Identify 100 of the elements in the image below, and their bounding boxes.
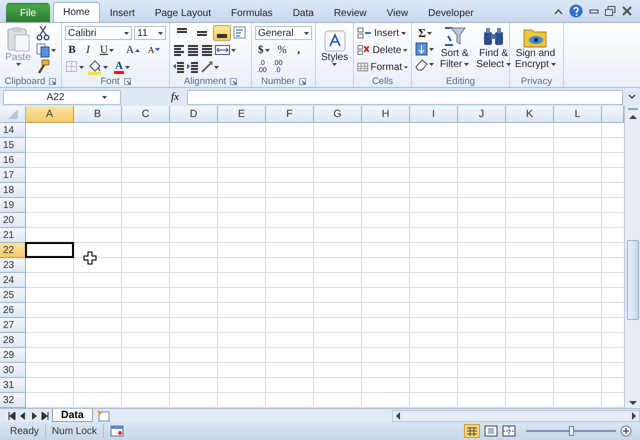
column-header[interactable]: A	[26, 106, 74, 123]
dialog-launcher-icon[interactable]	[124, 78, 130, 84]
delete-cells-icon[interactable]	[357, 43, 371, 57]
row-header[interactable]: 29	[0, 348, 26, 363]
minimize-icon[interactable]	[589, 7, 599, 15]
row-header[interactable]: 17	[0, 168, 26, 183]
styles-button[interactable]: Styles	[319, 29, 350, 87]
caret-icon[interactable]	[124, 66, 130, 68]
row-header[interactable]: 31	[0, 378, 26, 393]
column-header[interactable]: F	[266, 106, 314, 123]
borders-icon[interactable]	[65, 60, 85, 74]
dialog-launcher-icon[interactable]	[298, 78, 306, 84]
format-painter-icon[interactable]	[36, 59, 50, 75]
record-macro-icon[interactable]	[110, 425, 124, 437]
normal-view-icon[interactable]	[464, 424, 480, 438]
align-right-icon[interactable]	[201, 44, 213, 56]
column-header[interactable]: H	[362, 106, 410, 123]
horizontal-scrollbar[interactable]	[392, 410, 640, 422]
active-cell[interactable]	[25, 242, 74, 258]
grow-font-button[interactable]: A	[122, 42, 143, 58]
caret-icon[interactable]	[102, 96, 108, 98]
formula-input[interactable]	[186, 90, 623, 104]
ribbon-tab[interactable]: Data	[282, 3, 324, 22]
row-header[interactable]: 21	[0, 228, 26, 243]
vertical-align-button[interactable]	[213, 25, 231, 41]
font-color-button[interactable]: A	[111, 59, 133, 75]
insert-function-button[interactable]: fx	[125, 91, 183, 103]
row-header[interactable]: 22	[0, 243, 26, 258]
dialog-launcher-icon[interactable]	[49, 78, 56, 84]
number-format-field[interactable]: General	[255, 26, 312, 40]
font-family-field[interactable]: Calibri	[65, 26, 132, 40]
caret-icon[interactable]	[304, 32, 309, 34]
column-header[interactable]: C	[122, 106, 170, 123]
cells-menu-button[interactable]: Delete	[357, 42, 408, 58]
collapse-ribbon-icon[interactable]	[554, 8, 563, 14]
caret-icon[interactable]	[401, 32, 406, 34]
align-center-icon[interactable]	[187, 44, 199, 56]
caret-icon[interactable]	[124, 32, 130, 34]
row-header[interactable]: 24	[0, 273, 26, 288]
caret-icon[interactable]	[108, 48, 114, 52]
bold-button[interactable]: B	[65, 42, 79, 58]
caret-icon[interactable]	[550, 63, 556, 66]
down-triangle-icon[interactable]	[155, 48, 160, 52]
row-header[interactable]: 23	[0, 258, 26, 273]
scrollbar-thumb[interactable]	[626, 240, 638, 320]
zoom-slider-thumb[interactable]	[568, 426, 574, 436]
column-header[interactable]: I	[410, 106, 458, 123]
insert-sheet-icon[interactable]	[96, 410, 112, 422]
scroll-up-icon[interactable]	[628, 112, 638, 122]
cells-menu-button[interactable]: Insert	[357, 25, 408, 41]
insert-cells-icon[interactable]	[357, 26, 372, 40]
row-header[interactable]: 15	[0, 138, 26, 153]
column-header[interactable]: E	[218, 106, 266, 123]
ribbon-tab[interactable]: Page Layout	[144, 3, 221, 22]
ribbon-tab[interactable]: Home	[53, 2, 100, 22]
page-break-view-icon[interactable]	[502, 425, 516, 437]
underline-button[interactable]: U	[97, 42, 117, 58]
sign-encrypt-button[interactable]: Sign and Encrypt	[513, 25, 558, 75]
zoom-in-icon[interactable]	[620, 425, 632, 437]
help-icon[interactable]	[569, 4, 583, 18]
ribbon-tab[interactable]: Developer	[418, 3, 484, 22]
caret-icon[interactable]	[264, 48, 270, 52]
funnel-icon[interactable]	[442, 26, 467, 48]
row-header[interactable]: 32	[0, 393, 26, 408]
wrap-text-icon[interactable]	[233, 26, 247, 40]
row-header[interactable]: 26	[0, 303, 26, 318]
styles-icon[interactable]	[324, 30, 346, 52]
increase-indent-icon[interactable]	[187, 61, 199, 73]
name-box[interactable]: A22	[3, 90, 121, 104]
orientation-icon[interactable]	[201, 61, 221, 73]
caret-icon[interactable]	[464, 63, 470, 66]
percent-button[interactable]: %	[274, 42, 290, 58]
row-header[interactable]: 18	[0, 183, 26, 198]
eraser-icon[interactable]	[415, 57, 435, 71]
ribbon-tab[interactable]: Insert	[100, 3, 145, 22]
row-header[interactable]: 30	[0, 363, 26, 378]
align-left-icon[interactable]	[173, 44, 185, 56]
copy-icon[interactable]	[36, 42, 56, 58]
column-header[interactable]: K	[506, 106, 554, 123]
column-header[interactable]: L	[554, 106, 602, 123]
row-header[interactable]: 20	[0, 213, 26, 228]
close-icon[interactable]	[622, 6, 632, 16]
caret-icon[interactable]	[426, 32, 432, 34]
caret-icon[interactable]	[404, 66, 408, 68]
cells-menu-button[interactable]: Format	[357, 59, 408, 75]
format-cells-icon[interactable]	[357, 60, 368, 74]
caret-icon[interactable]	[332, 63, 338, 66]
restore-icon[interactable]	[605, 6, 616, 16]
font-size-field[interactable]: 11	[134, 26, 166, 40]
comma-button[interactable]: ,	[292, 42, 306, 58]
page-layout-view-icon[interactable]	[484, 425, 498, 437]
file-tab[interactable]: File	[6, 3, 50, 22]
row-header[interactable]: 16	[0, 153, 26, 168]
column-header[interactable]: J	[458, 106, 506, 123]
currency-button[interactable]: $	[255, 42, 272, 58]
ribbon-tab[interactable]: Formulas	[221, 3, 283, 22]
merge-cells-icon[interactable]	[215, 44, 237, 56]
ribbon-tab[interactable]: Review	[324, 3, 377, 22]
shrink-font-button[interactable]: A	[144, 42, 164, 58]
row-header[interactable]: 19	[0, 198, 26, 213]
